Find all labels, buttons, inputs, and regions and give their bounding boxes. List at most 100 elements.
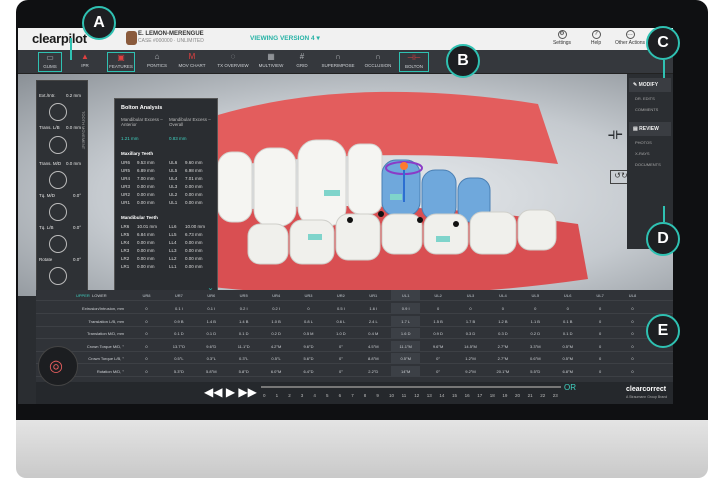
table-cell[interactable]: 0 <box>456 303 485 314</box>
column-header[interactable]: UR7 <box>164 290 193 301</box>
table-cell[interactable]: 0.9 D <box>424 328 453 339</box>
table-cell[interactable]: 0 <box>618 328 647 339</box>
table-cell[interactable]: 0.4 M <box>359 328 388 339</box>
column-header[interactable]: UL5 <box>521 290 550 301</box>
movement-dial[interactable] <box>49 171 67 189</box>
comments-item[interactable]: COMMENTS <box>629 105 671 115</box>
toolbar-pontics[interactable]: ⌂ PONTICS <box>143 52 171 72</box>
table-cell[interactable]: 1.7 B <box>456 316 485 327</box>
table-cell[interactable]: 6.8°M <box>553 366 582 377</box>
table-cell[interactable]: 9.6°D <box>294 341 323 352</box>
table-cell[interactable]: 1.4 B <box>229 316 258 327</box>
table-cell[interactable]: 0° <box>424 353 453 364</box>
table-cell[interactable]: 0.1 I <box>164 303 193 314</box>
table-cell[interactable]: 0.5 I <box>326 303 355 314</box>
timeline-step[interactable]: 4 <box>313 393 316 398</box>
timeline-track[interactable] <box>261 386 561 388</box>
xrays-item[interactable]: X-RAYS <box>629 149 671 159</box>
table-cell[interactable]: 0 <box>618 316 647 327</box>
table-cell[interactable]: 0 <box>488 303 517 314</box>
table-cell[interactable]: 9.2°M <box>456 366 485 377</box>
table-cell[interactable]: 1.2°M <box>456 353 485 364</box>
toolbar-superimpose[interactable]: ∩ SUPERIMPOSE <box>318 52 358 72</box>
movement-dial[interactable] <box>49 136 67 154</box>
timeline-step[interactable]: 15 <box>452 393 457 398</box>
table-cell[interactable]: 0.1 D <box>197 328 226 339</box>
timeline-step[interactable]: 19 <box>502 393 507 398</box>
table-cell[interactable]: 11.1°D <box>229 341 258 352</box>
timeline-step[interactable]: 9 <box>376 393 379 398</box>
column-header[interactable]: UL1 <box>391 290 421 301</box>
table-cell[interactable]: 1.0 B <box>262 316 291 327</box>
movement-row[interactable]: Trans. L/B 0.0 mm <box>39 125 87 130</box>
movement-row[interactable]: Tq. M/D 0.0° <box>39 193 87 198</box>
toolbar-occlusion[interactable]: ∩ OCCLUSION <box>360 52 396 72</box>
toolbar-gums[interactable]: ▭ GUMS <box>38 52 62 72</box>
timeline-step[interactable]: 18 <box>490 393 495 398</box>
timeline-step[interactable]: 21 <box>528 393 533 398</box>
table-cell[interactable]: 14°M <box>391 365 421 377</box>
table-cell[interactable]: 0.9 B <box>164 316 193 327</box>
table-cell[interactable]: 0.6 L <box>326 316 355 327</box>
table-cell[interactable]: 9.6°M <box>424 341 453 352</box>
other-actions-button[interactable]: … Other Actions <box>614 30 646 46</box>
table-cell[interactable]: 0.1 B <box>553 316 582 327</box>
timeline-step[interactable]: 5 <box>326 393 329 398</box>
movement-row[interactable]: Tq. L/B 0.0° <box>39 225 87 230</box>
play-icon[interactable]: ▶ <box>226 385 235 399</box>
table-cell[interactable]: 1.7 L <box>391 315 421 327</box>
table-cell[interactable]: 1.1 B <box>521 316 550 327</box>
toolbar-multiview[interactable]: ▦ MULTIVIEW <box>254 52 288 72</box>
movement-row[interactable]: Rotate 0.0° <box>39 257 87 262</box>
table-cell[interactable]: 8.8°M <box>359 353 388 364</box>
column-header[interactable]: UL7 <box>586 290 615 301</box>
table-cell[interactable]: 0.1 I <box>197 303 226 314</box>
table-cell[interactable]: 0 <box>618 366 647 377</box>
table-cell[interactable]: 0 <box>132 303 161 314</box>
movement-dial[interactable] <box>49 203 67 221</box>
movement-dial[interactable] <box>49 267 67 285</box>
step-end-label[interactable]: OR <box>564 383 576 392</box>
toolbar-grid[interactable]: # GRID <box>290 52 314 72</box>
timeline-step[interactable]: 8 <box>364 393 367 398</box>
timeline-step[interactable]: 1 <box>276 393 279 398</box>
table-cell[interactable]: 0.6°M <box>521 353 550 364</box>
column-header[interactable]: UR8 <box>132 290 161 301</box>
modify-section-header[interactable]: ✎ MODIFY <box>629 78 671 92</box>
timeline-step[interactable]: 7 <box>351 393 354 398</box>
table-cell[interactable]: 0.2 D <box>521 328 550 339</box>
toolbar-tx-overview[interactable]: ◌ TX OVERVIEW <box>215 52 251 72</box>
review-section-header[interactable]: ▤ REVIEW <box>629 122 671 136</box>
table-cell[interactable]: 1.6 I <box>359 303 388 314</box>
documents-item[interactable]: DOCUMENTS <box>629 160 671 170</box>
table-cell[interactable]: 5.5°D <box>521 366 550 377</box>
timeline-step[interactable]: 13 <box>427 393 432 398</box>
table-cell[interactable]: 0.3°L <box>197 353 226 364</box>
table-cell[interactable]: 0 <box>618 353 647 364</box>
table-cell[interactable]: 0 <box>132 366 161 377</box>
timeline-step[interactable]: 17 <box>477 393 482 398</box>
column-header[interactable]: UR1 <box>359 290 388 301</box>
toolbar-features[interactable]: ▣ FEATURES <box>107 52 135 72</box>
table-cell[interactable]: 0.2 I <box>229 303 258 314</box>
table-cell[interactable]: 6.4°D <box>294 366 323 377</box>
table-cell[interactable]: 6.0°M <box>262 366 291 377</box>
timeline-step[interactable]: 23 <box>553 393 558 398</box>
table-cell[interactable]: 13.7°D <box>164 341 193 352</box>
timeline-step[interactable]: 10 <box>389 393 394 398</box>
table-cell[interactable]: 11.1°M <box>391 340 421 352</box>
help-button[interactable]: ? Help <box>580 30 612 46</box>
column-header[interactable]: UR4 <box>262 290 291 301</box>
table-cell[interactable]: 0° <box>424 366 453 377</box>
tab-lower[interactable]: LOWER <box>92 293 107 298</box>
column-header[interactable]: UL3 <box>456 290 485 301</box>
table-cell[interactable]: 0 <box>521 303 550 314</box>
movement-dial[interactable] <box>49 103 67 121</box>
table-cell[interactable]: 5.3°D <box>164 366 193 377</box>
version-dropdown[interactable]: VIEWING VERSION 4 ▾ <box>250 34 320 42</box>
tab-upper[interactable]: UPPER <box>76 293 90 298</box>
table-cell[interactable]: 0 <box>586 316 615 327</box>
table-cell[interactable]: 0 <box>132 341 161 352</box>
table-cell[interactable]: 1.4 B <box>197 316 226 327</box>
table-cell[interactable]: 2.2°D <box>359 366 388 377</box>
